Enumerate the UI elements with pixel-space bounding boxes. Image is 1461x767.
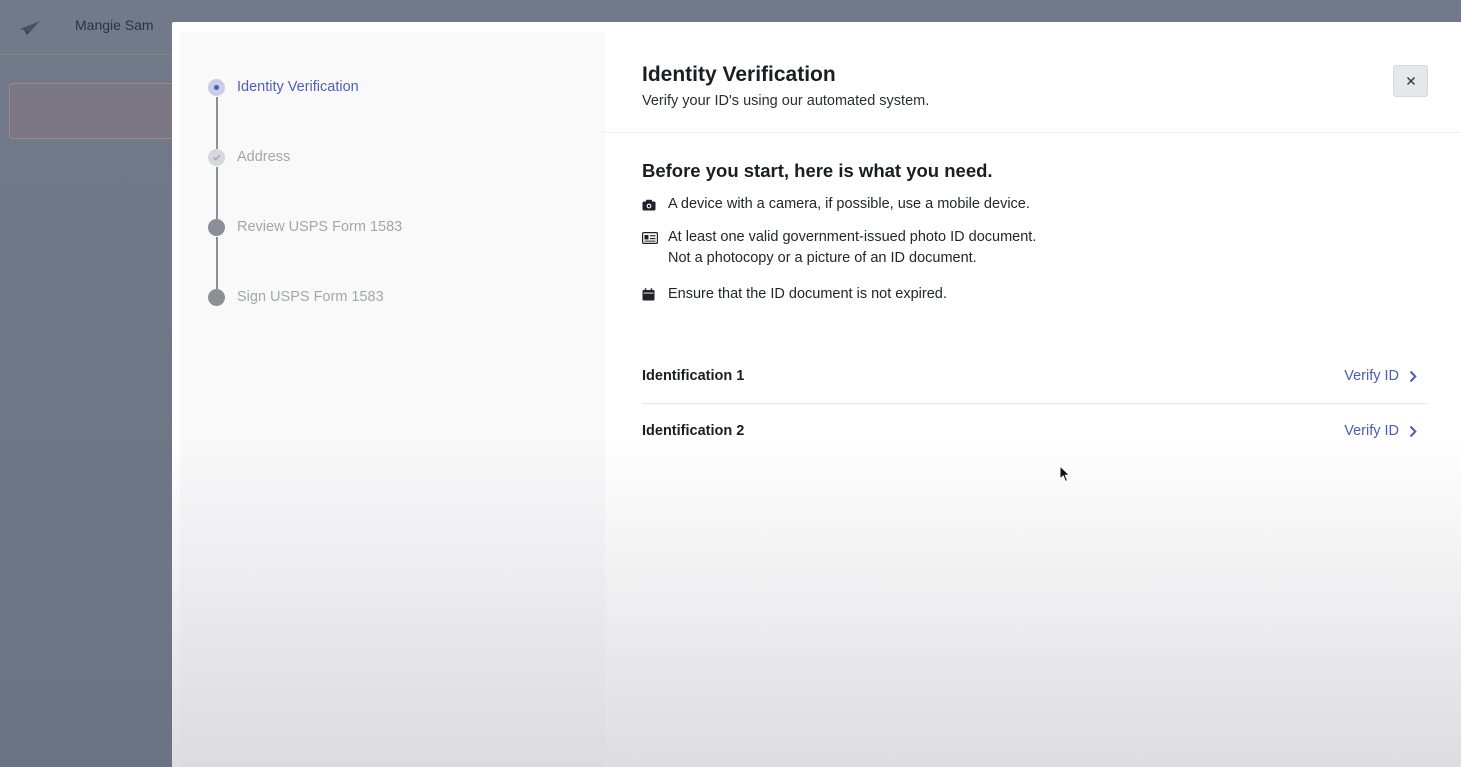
close-icon — [1406, 76, 1415, 86]
modal-subtitle: Verify your ID's using our automated sys… — [642, 93, 930, 109]
requirement-line: At least one valid government-issued pho… — [668, 229, 1037, 245]
verify-id-link[interactable]: Verify ID — [1344, 423, 1417, 439]
step-label: Identity Verification — [237, 79, 359, 95]
verify-id-label: Verify ID — [1344, 423, 1399, 439]
chevron-right-icon — [1409, 370, 1417, 382]
requirement-text: A device with a camera, if possible, use… — [668, 196, 1030, 212]
identification-label: Identification 1 — [642, 368, 745, 384]
requirements-heading: Before you start, here is what you need. — [642, 160, 993, 181]
step-pending-icon — [208, 218, 225, 236]
step-connector — [216, 237, 218, 289]
identification-label: Identification 2 — [642, 423, 745, 439]
row-divider — [642, 403, 1427, 404]
user-name[interactable]: Mangie Sam — [75, 17, 154, 33]
calendar-icon — [642, 284, 658, 305]
step-active-indicator-icon — [208, 78, 225, 96]
requirement-item: Ensure that the ID document is not expir… — [642, 284, 947, 305]
requirement-line: Not a photocopy or a picture of an ID do… — [668, 250, 977, 266]
header-divider — [602, 132, 1461, 133]
mouse-cursor-icon — [1059, 465, 1071, 483]
identification-row: Identification 2 Verify ID — [642, 411, 1427, 451]
background-banner — [9, 83, 191, 139]
step-connector — [216, 167, 218, 219]
verify-id-label: Verify ID — [1344, 368, 1399, 384]
step-pending-icon — [208, 288, 225, 306]
requirement-text: Ensure that the ID document is not expir… — [668, 286, 947, 302]
modal-content: Identity Verification Verify your ID's u… — [602, 22, 1461, 767]
identity-verification-modal: Identity Verification Address Review USP… — [172, 22, 1461, 767]
chevron-right-icon — [1409, 425, 1417, 437]
step-label: Address — [237, 149, 291, 165]
requirement-item: At least one valid government-issued pho… — [642, 227, 1036, 269]
camera-icon — [642, 194, 658, 215]
step-connector — [216, 97, 218, 149]
step-address[interactable]: Address — [208, 147, 290, 167]
step-sign-usps-form[interactable]: Sign USPS Form 1583 — [208, 287, 384, 307]
id-card-icon — [642, 227, 658, 248]
verify-id-link[interactable]: Verify ID — [1344, 368, 1417, 384]
identification-row: Identification 1 Verify ID — [642, 356, 1427, 396]
step-label: Review USPS Form 1583 — [237, 219, 403, 235]
requirement-text: At least one valid government-issued pho… — [668, 227, 1036, 269]
step-label: Sign USPS Form 1583 — [237, 289, 384, 305]
modal-title: Identity Verification — [642, 63, 836, 86]
stepper-sidebar: Identity Verification Address Review USP… — [180, 32, 605, 767]
requirement-item: A device with a camera, if possible, use… — [642, 194, 1030, 215]
app-logo-icon — [20, 21, 40, 35]
close-button[interactable] — [1393, 65, 1428, 97]
step-review-usps-form[interactable]: Review USPS Form 1583 — [208, 217, 402, 237]
step-check-icon — [208, 148, 225, 166]
step-identity-verification[interactable]: Identity Verification — [208, 77, 359, 97]
